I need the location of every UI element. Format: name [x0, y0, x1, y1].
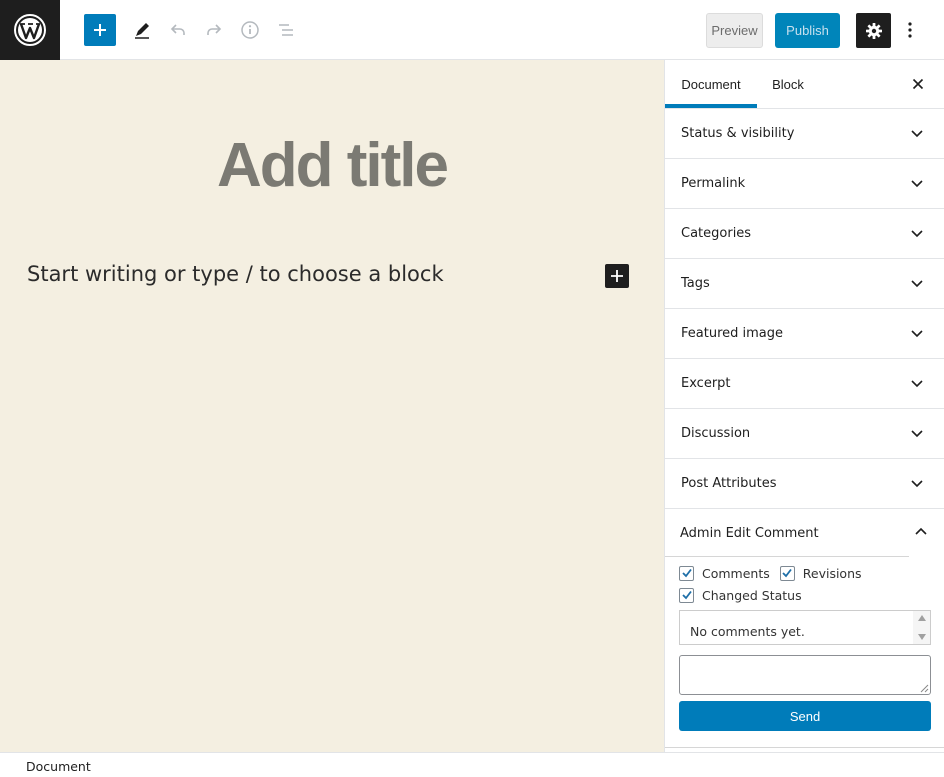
sidebar-tabs: Document Block — [665, 60, 944, 109]
add-block-button[interactable] — [84, 14, 116, 46]
comments-checkbox[interactable] — [679, 565, 694, 581]
panel-label: Categories — [681, 226, 752, 241]
filter-row: Comments Revisions — [679, 562, 931, 584]
revisions-checkbox-label: Revisions — [802, 565, 862, 581]
info-icon — [241, 21, 259, 39]
gear-icon — [865, 22, 882, 39]
panel-label: Discussion — [681, 426, 751, 441]
post-title-input[interactable]: Add title — [0, 130, 664, 201]
resize-grip-icon[interactable] — [920, 684, 929, 693]
publish-button[interactable]: Publish — [775, 13, 840, 48]
redo-icon — [207, 24, 222, 35]
chevron-down-icon — [911, 430, 923, 438]
chevron-up-icon — [915, 527, 927, 535]
block-breadcrumb[interactable]: Document — [26, 759, 91, 774]
info-button[interactable] — [234, 14, 266, 46]
plus-icon — [611, 270, 623, 282]
chevron-down-icon — [911, 230, 923, 238]
panel-featured-image[interactable]: Featured image — [665, 309, 944, 359]
send-comment-button[interactable]: Send — [679, 701, 931, 731]
more-menu-button[interactable] — [898, 14, 922, 46]
inline-add-block-button[interactable] — [605, 264, 629, 288]
panel-label: Post Attributes — [681, 476, 777, 491]
comments-list[interactable]: No comments yet. — [679, 610, 931, 645]
outline-button[interactable] — [270, 14, 302, 46]
settings-button[interactable] — [856, 13, 891, 48]
panel-permalink[interactable]: Permalink — [665, 159, 944, 209]
chevron-down-icon — [911, 180, 923, 188]
divider — [665, 747, 944, 748]
editor-canvas: Add title Start writing or type / to cho… — [0, 60, 664, 752]
editor-footer: Document — [0, 752, 944, 777]
tab-block[interactable]: Block — [757, 60, 819, 108]
panel-label: Excerpt — [681, 376, 731, 391]
changed-status-checkbox-label: Changed Status — [702, 587, 802, 603]
redo-button[interactable] — [198, 14, 230, 46]
list-outline-icon — [279, 24, 293, 36]
panel-label: Tags — [681, 276, 710, 291]
panel-label: Featured image — [681, 326, 784, 341]
scroll-up-icon[interactable] — [917, 615, 926, 621]
panel-categories[interactable]: Categories — [665, 209, 944, 259]
undo-icon — [170, 24, 185, 35]
comments-checkbox-label: Comments — [702, 565, 770, 581]
panel-label: Admin Edit Comment — [680, 525, 819, 541]
vertical-ellipsis-icon — [908, 22, 912, 38]
panel-tags[interactable]: Tags — [665, 259, 944, 309]
panel-label: Permalink — [681, 176, 746, 191]
chevron-down-icon — [911, 480, 923, 488]
checkmark-icon — [681, 568, 692, 578]
checkmark-icon — [782, 568, 792, 578]
comment-textarea[interactable] — [679, 655, 931, 695]
chevron-down-icon — [911, 380, 923, 388]
panel-label: Status & visibility — [681, 126, 795, 141]
chevron-down-icon — [911, 330, 923, 338]
undo-button[interactable] — [162, 14, 194, 46]
close-sidebar-button[interactable] — [906, 72, 930, 96]
scroll-down-icon[interactable] — [917, 634, 926, 640]
close-icon — [912, 78, 924, 90]
panel-post-attributes[interactable]: Post Attributes — [665, 459, 944, 509]
panel-excerpt[interactable]: Excerpt — [665, 359, 944, 409]
plus-icon — [94, 24, 106, 36]
panel-status-visibility[interactable]: Status & visibility — [665, 109, 944, 159]
tab-document[interactable]: Document — [665, 60, 757, 108]
revisions-checkbox[interactable] — [779, 565, 795, 581]
tools-button[interactable] — [126, 14, 158, 46]
admin-comment-body: Comments Revisions Changed Status No com… — [665, 557, 944, 731]
filter-row: Changed Status — [679, 584, 931, 606]
panel-admin-edit-comment[interactable]: Admin Edit Comment — [665, 509, 944, 557]
block-appender[interactable]: Start writing or type / to choose a bloc… — [27, 262, 444, 286]
wordpress-logo-icon[interactable] — [0, 0, 60, 60]
changed-status-checkbox[interactable] — [679, 587, 694, 603]
chevron-down-icon — [911, 130, 923, 138]
settings-sidebar: Document Block Status & visibility Perma… — [664, 60, 944, 752]
pencil-icon — [135, 23, 149, 39]
checkmark-icon — [681, 590, 692, 600]
comments-scrollbar[interactable] — [913, 611, 930, 644]
preview-button[interactable]: Preview — [706, 13, 763, 48]
panel-discussion[interactable]: Discussion — [665, 409, 944, 459]
editor-header: Preview Publish — [0, 0, 944, 60]
chevron-down-icon — [911, 280, 923, 288]
empty-comments-text: No comments yet. — [690, 624, 805, 639]
